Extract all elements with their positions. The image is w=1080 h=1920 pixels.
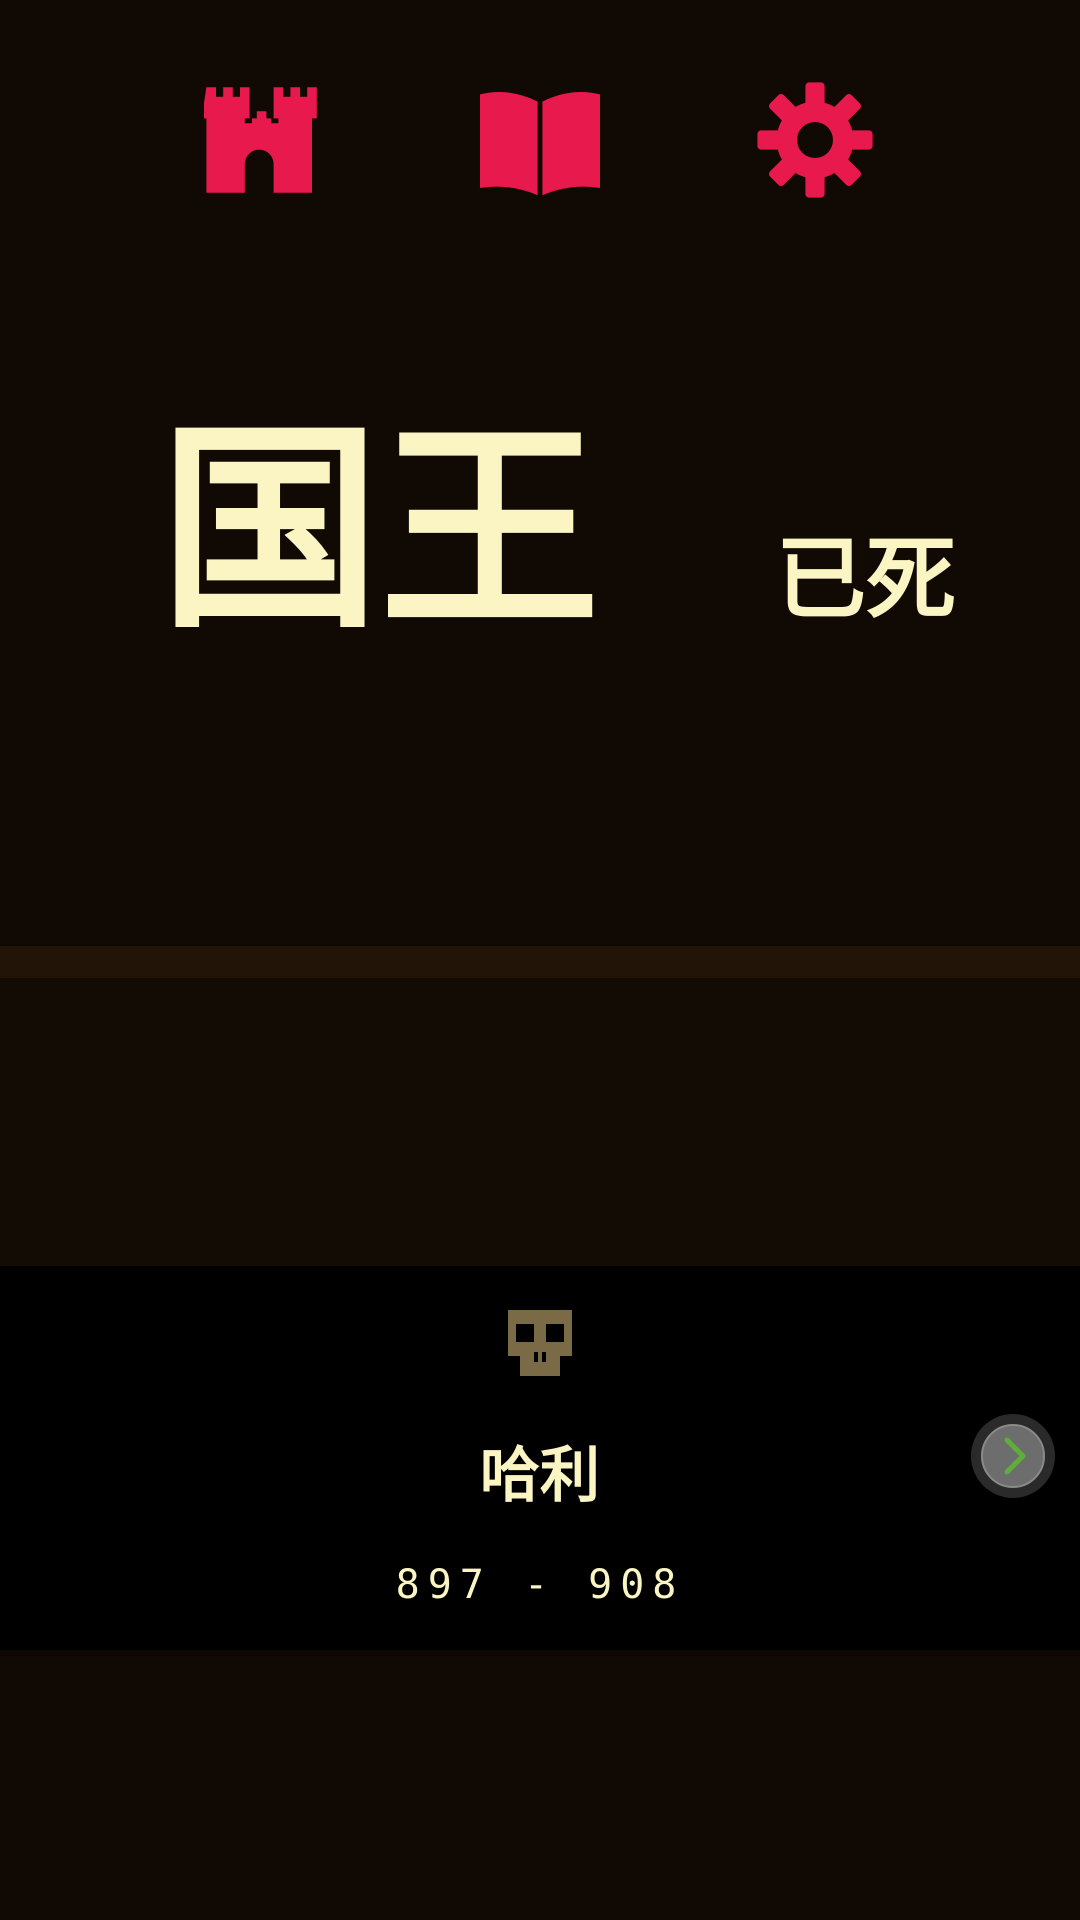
- panel-edge: [0, 1650, 1080, 1656]
- gear-icon[interactable]: [755, 80, 875, 200]
- skull-icon: [508, 1310, 572, 1376]
- next-button[interactable]: [971, 1414, 1055, 1498]
- reign-years: 897 - 908: [395, 1562, 685, 1608]
- book-icon[interactable]: [480, 80, 600, 200]
- king-name: 哈利: [480, 1441, 600, 1511]
- chevron-right-icon: [1004, 1437, 1026, 1475]
- title-king: 国王: [160, 402, 601, 658]
- mid-band: [0, 978, 1080, 1266]
- title-dead: 已死: [776, 527, 956, 632]
- divider-stripe: [0, 946, 1080, 978]
- game-over-screen: 国王 已死 哈利 897 - 908: [0, 0, 1080, 1920]
- castle-icon[interactable]: [204, 80, 324, 200]
